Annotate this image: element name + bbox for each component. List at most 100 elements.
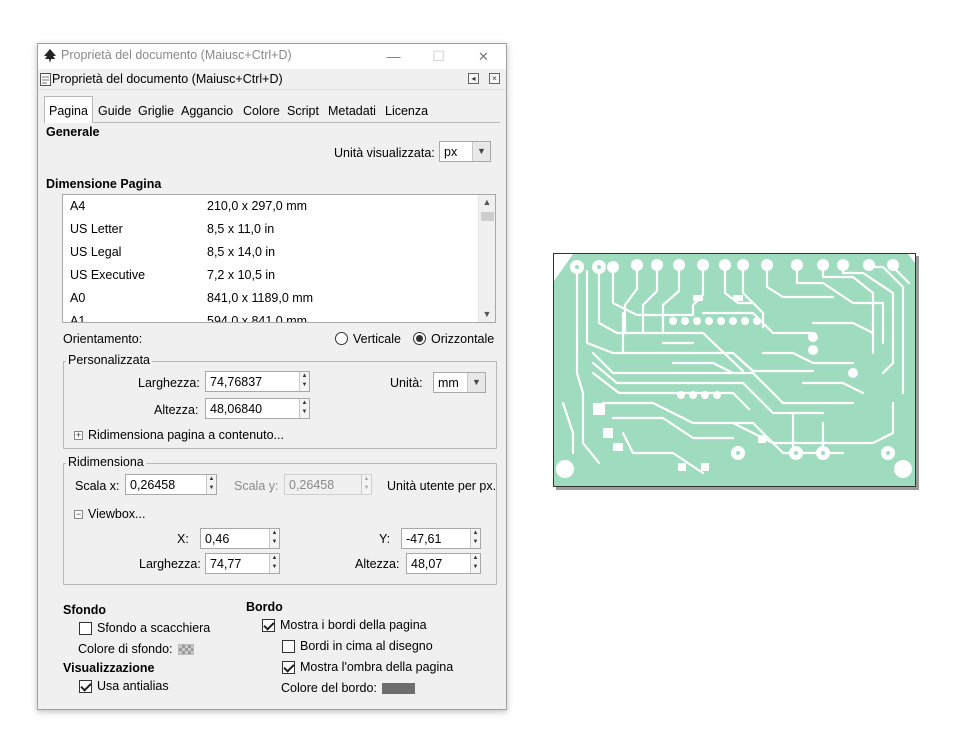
spin-down-icon[interactable]: ▼ <box>471 563 480 572</box>
viewbox-width-input[interactable]: 74,77 ▲ ▼ <box>205 553 280 574</box>
list-item[interactable]: A0 841,0 x 1189,0 mm <box>63 287 479 310</box>
viewbox-x-label: X: <box>177 532 189 546</box>
dock-title: Proprietà del documento (Maiusc+Ctrl+D) <box>52 72 283 86</box>
spin-up-icon: ▲ <box>363 476 370 482</box>
spin-up-icon[interactable]: ▲ <box>207 475 216 484</box>
spin-up-icon[interactable]: ▲ <box>471 554 480 563</box>
close-button[interactable]: ✕ <box>461 44 506 69</box>
checkerboard-checkbox[interactable] <box>79 622 92 635</box>
scroll-up-icon[interactable]: ▲ <box>479 195 495 209</box>
tab-guide[interactable]: Guide <box>94 100 135 122</box>
spin-down-icon[interactable]: ▼ <box>270 563 279 572</box>
scale-x-input[interactable]: 0,26458 ▲ ▼ <box>125 474 217 495</box>
viewbox-width-value: 74,77 <box>210 557 242 571</box>
dimensione-heading: Dimensione Pagina <box>46 177 162 191</box>
inkscape-logo-icon <box>44 49 56 63</box>
document-properties-window: Proprietà del documento (Maiusc+Ctrl+D) … <box>37 43 507 710</box>
minimize-button[interactable]: — <box>371 44 416 69</box>
spin-down-icon[interactable]: ▼ <box>300 381 309 390</box>
page-size-list[interactable]: A4 210,0 x 297,0 mm US Letter 8,5 x 11,0… <box>62 194 496 323</box>
page-size-dims: 210,0 x 297,0 mm <box>207 199 308 213</box>
pcb-drawing[interactable] <box>553 253 916 487</box>
viewbox-expander[interactable]: Viewbox... <box>88 507 145 521</box>
background-color-label: Colore di sfondo: <box>78 642 173 656</box>
page-shadow-label[interactable]: Mostra l'ombra della pagina <box>300 660 453 674</box>
page-size-dims: 8,5 x 14,0 in <box>207 245 276 259</box>
display-unit-combo[interactable]: px ▼ <box>439 141 491 162</box>
expand-plus-icon[interactable]: + <box>74 431 83 440</box>
show-border-checkbox[interactable] <box>262 619 275 632</box>
border-color-swatch[interactable] <box>382 683 415 694</box>
list-item[interactable]: US Letter 8,5 x 11,0 in <box>63 218 479 241</box>
radio-verticale[interactable] <box>335 332 348 345</box>
tab-metadati[interactable]: Metadati <box>324 100 380 122</box>
custom-height-value: 48,06840 <box>210 402 263 416</box>
dock-collapse-icon[interactable]: ◂ <box>468 73 479 84</box>
tab-colore[interactable]: Colore <box>239 100 284 122</box>
resize-to-content-expander[interactable]: Ridimensiona pagina a contenuto... <box>88 428 284 442</box>
page-size-name: US Legal <box>70 245 122 259</box>
spin-up-icon[interactable]: ▲ <box>300 372 309 381</box>
collapse-minus-icon[interactable]: − <box>74 510 83 519</box>
spin-up-icon[interactable]: ▲ <box>270 529 279 538</box>
page-size-name: A1 <box>70 314 86 323</box>
scroll-thumb[interactable] <box>481 212 494 221</box>
maximize-button[interactable]: ☐ <box>416 44 461 69</box>
bordo-heading: Bordo <box>246 600 283 614</box>
tab-pagina[interactable]: Pagina <box>44 96 93 123</box>
page-size-name: A0 <box>70 291 86 305</box>
background-color-swatch[interactable] <box>178 644 194 655</box>
antialias-label[interactable]: Usa antialias <box>97 679 169 693</box>
tab-script[interactable]: Script <box>283 100 323 122</box>
viewbox-height-label: Altezza: <box>355 557 400 571</box>
radio-orizzontale[interactable] <box>413 332 426 345</box>
radio-verticale-label[interactable]: Verticale <box>353 332 401 346</box>
spin-up-icon[interactable]: ▲ <box>471 529 480 538</box>
border-on-top-checkbox[interactable] <box>282 640 295 653</box>
viewbox-y-input[interactable]: -47,61 ▲ ▼ <box>401 528 481 549</box>
viewbox-y-label: Y: <box>379 532 391 546</box>
viewbox-height-value: 48,07 <box>411 557 443 571</box>
spin-down-icon[interactable]: ▼ <box>270 538 279 547</box>
scroll-down-icon[interactable]: ▼ <box>479 307 495 321</box>
dock-close-icon[interactable]: × <box>489 73 500 84</box>
scale-y-label: Scala y: <box>234 479 279 493</box>
title-bar[interactable]: Proprietà del documento (Maiusc+Ctrl+D) … <box>38 44 506 69</box>
document-icon <box>40 73 51 86</box>
display-unit-label: Unità visualizzata: <box>334 146 435 160</box>
page-size-name: A4 <box>70 199 86 213</box>
custom-unit-combo[interactable]: mm ▼ <box>433 372 486 393</box>
custom-height-input[interactable]: 48,06840 ▲ ▼ <box>205 398 310 419</box>
antialias-checkbox[interactable] <box>79 680 92 693</box>
spin-down-icon[interactable]: ▼ <box>300 408 309 417</box>
page-size-name: US Letter <box>70 222 123 236</box>
checkerboard-label[interactable]: Sfondo a scacchiera <box>97 621 210 635</box>
list-item[interactable]: A4 210,0 x 297,0 mm <box>63 195 479 218</box>
page-size-dims: 594,0 x 841,0 mm <box>207 314 308 323</box>
spin-up-icon[interactable]: ▲ <box>270 554 279 563</box>
tab-griglie[interactable]: Griglie <box>134 100 178 122</box>
list-scrollbar[interactable]: ▲ ▼ <box>478 195 495 322</box>
window-title: Proprietà del documento (Maiusc+Ctrl+D) <box>61 48 292 62</box>
tab-licenza[interactable]: Licenza <box>381 100 432 122</box>
custom-width-label: Larghezza: <box>138 376 200 390</box>
show-border-label[interactable]: Mostra i bordi della pagina <box>280 618 427 632</box>
list-item[interactable]: A1 594,0 x 841,0 mm <box>63 310 479 323</box>
radio-orizzontale-label[interactable]: Orizzontale <box>431 332 494 346</box>
scale-x-label: Scala x: <box>75 479 120 493</box>
page-size-dims: 7,2 x 10,5 in <box>207 268 276 282</box>
spin-down-icon[interactable]: ▼ <box>207 484 216 493</box>
chevron-down-icon[interactable]: ▼ <box>467 373 485 392</box>
page-shadow-checkbox[interactable] <box>282 661 295 674</box>
custom-width-input[interactable]: 74,76837 ▲ ▼ <box>205 371 310 392</box>
scale-y-value: 0,26458 <box>289 478 335 492</box>
border-on-top-label[interactable]: Bordi in cima al disegno <box>300 639 433 653</box>
spin-up-icon[interactable]: ▲ <box>300 399 309 408</box>
viewbox-height-input[interactable]: 48,07 ▲ ▼ <box>406 553 481 574</box>
tab-aggancio[interactable]: Aggancio <box>177 100 237 122</box>
chevron-down-icon[interactable]: ▼ <box>472 142 490 161</box>
viewbox-x-input[interactable]: 0,46 ▲ ▼ <box>200 528 280 549</box>
list-item[interactable]: US Executive 7,2 x 10,5 in <box>63 264 479 287</box>
list-item[interactable]: US Legal 8,5 x 14,0 in <box>63 241 479 264</box>
spin-down-icon[interactable]: ▼ <box>471 538 480 547</box>
